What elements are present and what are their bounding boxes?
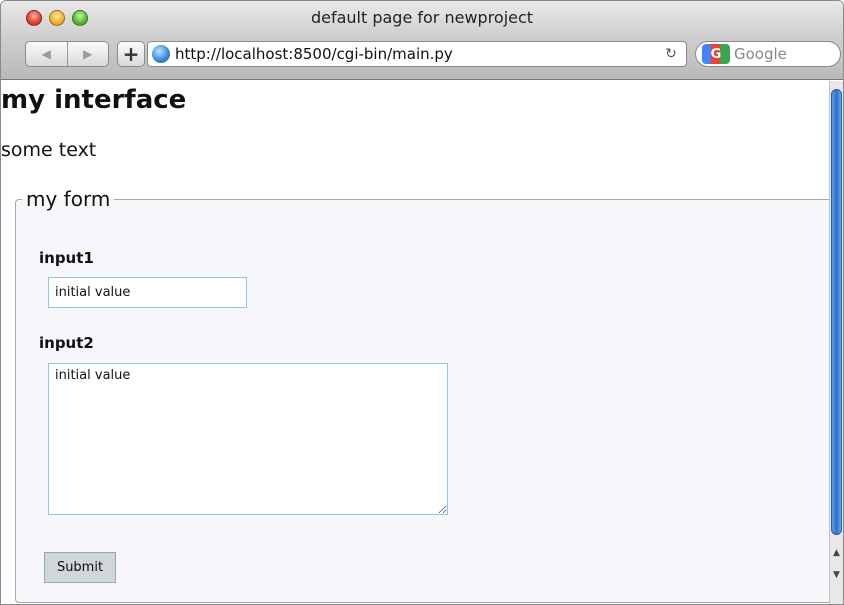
browser-chrome: default page for newproject ◀ ▶ + http:/… [1,1,843,80]
form-fieldset: my form input1 input2 initial value Subm… [15,187,832,603]
scroll-down-icon[interactable]: ▼ [830,565,843,585]
input2-textarea[interactable]: initial value [48,363,448,515]
back-button[interactable]: ◀ [26,42,67,66]
input2-label: input2 [39,334,94,352]
page-content: my interface some text my form input1 in… [1,81,832,604]
page-heading: my interface [1,85,187,115]
vertical-scrollbar[interactable]: ▲ ▼ [829,81,843,604]
input1-field[interactable] [48,277,247,308]
scroll-up-icon[interactable]: ▲ [830,543,843,563]
forward-button[interactable]: ▶ [66,42,109,66]
form-legend: my form [26,187,111,211]
browser-window: default page for newproject ◀ ▶ + http:/… [0,0,844,605]
nav-button-group: ◀ ▶ [25,41,109,67]
search-placeholder: Google [734,45,787,63]
reload-icon[interactable]: ↻ [660,46,682,62]
search-field[interactable]: G Google [695,41,841,67]
address-bar[interactable]: http://localhost:8500/cgi-bin/main.py ↻ [147,41,687,67]
back-arrow-icon: ◀ [41,47,51,61]
submit-button[interactable]: Submit [44,552,116,583]
google-search-icon[interactable]: G [702,44,730,64]
add-bookmark-button[interactable]: + [117,41,145,67]
globe-icon [152,45,170,63]
plus-icon: + [122,42,140,66]
window-title: default page for newproject [310,8,534,27]
scrollbar-thumb[interactable] [831,89,842,535]
forward-arrow-icon: ▶ [83,47,93,61]
input1-label: input1 [39,249,94,267]
page-paragraph: some text [1,139,97,161]
toolbar: ◀ ▶ + http://localhost:8500/cgi-bin/main… [1,41,843,73]
url-text[interactable]: http://localhost:8500/cgi-bin/main.py [175,45,660,63]
